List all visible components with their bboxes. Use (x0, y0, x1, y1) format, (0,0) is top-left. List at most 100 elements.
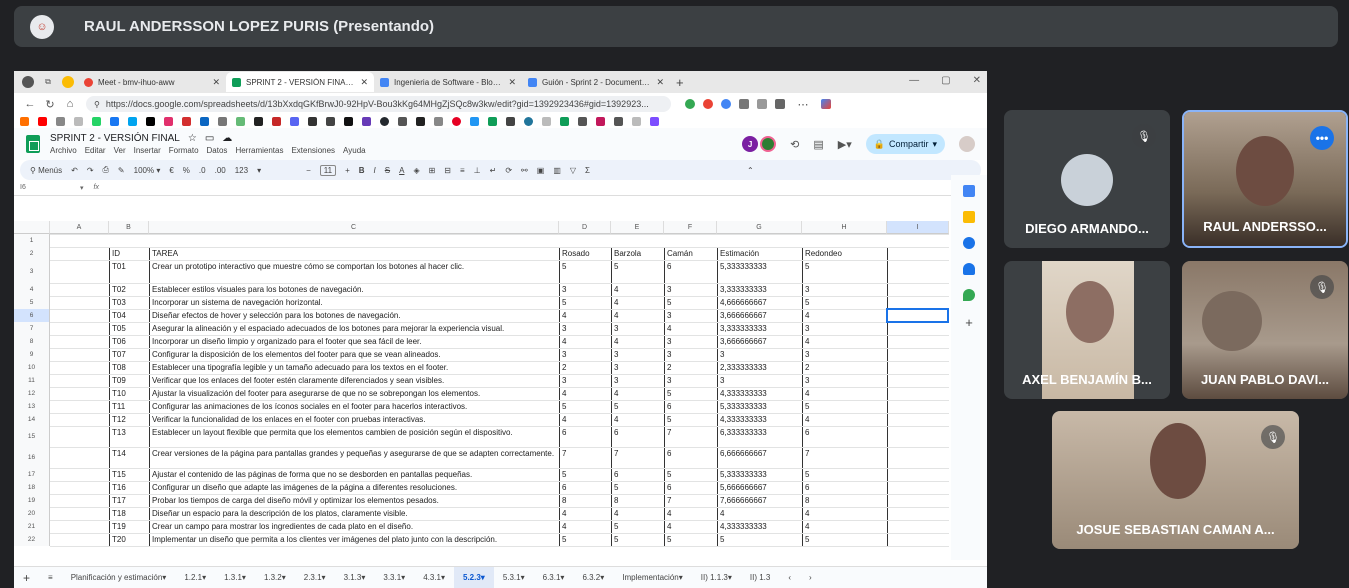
cell-b[interactable]: 4 (612, 414, 663, 426)
row-header[interactable]: 9 (14, 348, 50, 361)
row-header[interactable]: 12 (14, 387, 50, 400)
sheet-tab[interactable]: 4.3.1 ▾ (414, 567, 454, 588)
bookmark-icon[interactable] (434, 117, 443, 126)
cell-id[interactable]: T08 (110, 362, 148, 374)
bookmark-icon[interactable] (38, 117, 47, 126)
cell-b[interactable]: 4 (612, 336, 663, 348)
menu-extensiones[interactable]: Extensiones (291, 146, 335, 155)
cell-id[interactable]: T14 (110, 448, 148, 468)
bold-icon[interactable]: B (359, 166, 365, 175)
row-header[interactable]: 7 (14, 322, 50, 335)
name-box[interactable]: I6 (20, 184, 70, 191)
cell-id[interactable]: T12 (110, 414, 148, 426)
sheet-tab[interactable]: II) 1.1.3 ▾ (692, 567, 741, 588)
cell-r[interactable]: 5 (560, 401, 610, 413)
participant-tile[interactable]: AXEL BENJAMÍN B... (1004, 261, 1170, 399)
cell-b[interactable]: 3 (612, 349, 663, 361)
cell-task[interactable]: Configurar la disposición de los element… (150, 349, 558, 361)
cell-c[interactable]: 6 (665, 261, 716, 283)
cell-c[interactable]: 3 (665, 310, 716, 322)
close-window-icon[interactable]: ✕ (973, 75, 981, 86)
currency-format[interactable]: € (169, 166, 173, 175)
chevron-down-icon[interactable]: ▾ (481, 573, 485, 582)
collaborator-avatar[interactable]: J (742, 136, 759, 152)
cell-r[interactable]: 4 (560, 521, 610, 533)
row-header[interactable]: 8 (14, 335, 50, 348)
bookmark-icon[interactable] (254, 117, 263, 126)
extension-icon[interactable] (739, 99, 749, 109)
chrome-icon[interactable] (62, 76, 74, 88)
participant-tile[interactable]: 🎙 JUAN PABLO DAVI... (1182, 261, 1348, 399)
bookmark-icon[interactable] (470, 117, 479, 126)
chevron-down-icon[interactable]: ▾ (679, 573, 683, 582)
cell-task[interactable]: Establecer estilos visuales para los bot… (150, 284, 558, 296)
chevron-down-icon[interactable]: ▾ (521, 573, 525, 582)
cell-e[interactable]: 4,333333333 (718, 388, 801, 400)
tab-blog[interactable]: Ingenieria de Software - Blog - D ✕ (374, 72, 522, 92)
back-icon[interactable]: ← (20, 98, 40, 110)
extension-icon[interactable] (703, 99, 713, 109)
cell-b[interactable]: 5 (612, 261, 663, 283)
downloads-icon[interactable] (775, 99, 785, 109)
github-icon[interactable] (380, 117, 389, 126)
spreadsheet-grid[interactable]: A B C D E F G H I 1 2 ID TAREA Rosado Barzola Camán Esti… (14, 221, 949, 559)
cell-task[interactable]: Verificar que los enlaces del footer est… (150, 375, 558, 387)
cell-b[interactable]: 5 (612, 534, 663, 546)
increase-decimal[interactable]: .00 (215, 166, 226, 175)
cell-c[interactable]: 5 (665, 534, 716, 546)
cell-task[interactable]: Ajustar la visualización del footer para… (150, 388, 558, 400)
menu-dots-icon[interactable]: ⋯ (793, 98, 813, 111)
link-icon[interactable]: ⚯ (521, 166, 528, 175)
cell-r[interactable]: 4 (560, 336, 610, 348)
cell-c[interactable]: 6 (665, 448, 716, 468)
cell-r[interactable]: 7 (560, 448, 610, 468)
cell-task[interactable]: Establecer una tipografía legible y un t… (150, 362, 558, 374)
more-options-icon[interactable]: ••• (1310, 126, 1334, 150)
font-size-increase[interactable]: + (345, 166, 350, 175)
new-tab-button[interactable]: + (676, 75, 684, 90)
cell-b[interactable]: 6 (612, 469, 663, 481)
add-addon-icon[interactable]: + (965, 315, 973, 330)
cell-e[interactable]: 7,666666667 (718, 495, 801, 507)
cell-c[interactable]: 3 (665, 349, 716, 361)
percent-format[interactable]: % (183, 166, 190, 175)
cell-c3[interactable]: Camán (665, 248, 716, 260)
cell-id[interactable]: T17 (110, 495, 148, 507)
functions-icon[interactable]: Σ (585, 166, 590, 175)
wrap-icon[interactable]: ↵ (490, 166, 497, 175)
close-tab-icon[interactable]: ✕ (212, 77, 220, 88)
history-icon[interactable]: ⟲ (790, 138, 799, 151)
sheet-tab[interactable]: Implementación ▾ (613, 567, 692, 588)
participant-tile[interactable]: 🎙 DIEGO ARMANDO... (1004, 110, 1170, 248)
comments-icon[interactable]: ▤ (813, 138, 823, 151)
bookmark-icon[interactable] (128, 117, 137, 126)
cell-r[interactable]: 4 (560, 388, 610, 400)
cell-id[interactable]: T13 (110, 427, 148, 447)
add-sheet-button[interactable]: + (14, 567, 39, 588)
text-color-icon[interactable]: A (399, 166, 404, 175)
sheet-tab[interactable]: 3.3.1 ▾ (374, 567, 414, 588)
cell-e[interactable]: 3 (718, 375, 801, 387)
bookmark-icon[interactable] (560, 117, 569, 126)
cell-e[interactable]: 4,333333333 (718, 414, 801, 426)
cell-r[interactable]: 8 (560, 495, 610, 507)
cell-r[interactable]: 4 (560, 414, 610, 426)
cell-id[interactable]: T19 (110, 521, 148, 533)
cell-id[interactable]: T02 (110, 284, 148, 296)
row-header[interactable]: 17 (14, 468, 50, 481)
cell-c[interactable]: 4 (665, 521, 716, 533)
bookmark-icon[interactable] (92, 117, 101, 126)
bookmark-icon[interactable] (416, 117, 425, 126)
cell-task[interactable]: Configurar las animaciones de los íconos… (150, 401, 558, 413)
cell-b[interactable]: 5 (612, 482, 663, 494)
valign-icon[interactable]: ⊥ (474, 166, 481, 175)
cell-id[interactable]: T18 (110, 508, 148, 520)
search-menus[interactable]: ⚲ Menús (30, 166, 62, 175)
bookmark-icon[interactable] (182, 117, 191, 126)
cell-c[interactable]: 7 (665, 427, 716, 447)
cell-task[interactable]: Diseñar efectos de hover y selección par… (150, 310, 558, 322)
cell-b[interactable]: 4 (612, 388, 663, 400)
close-tab-icon[interactable]: ✕ (360, 77, 368, 88)
row-header[interactable]: 19 (14, 494, 50, 507)
cell-e[interactable]: 5,333333333 (718, 401, 801, 413)
